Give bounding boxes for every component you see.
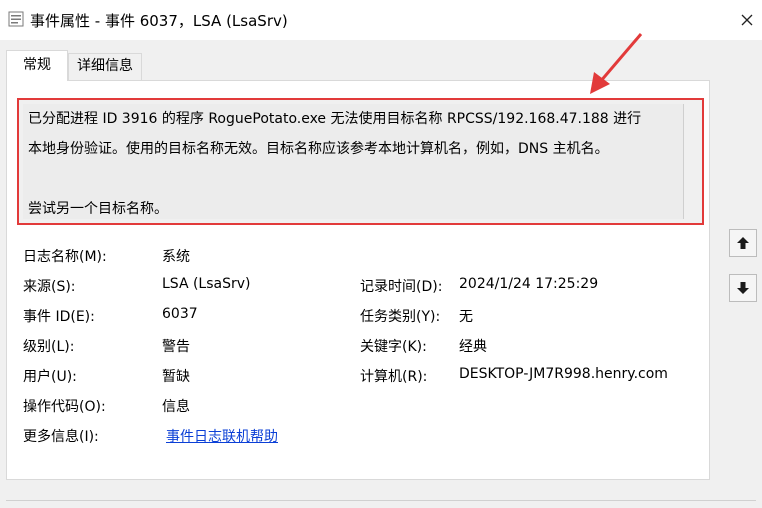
log-name-value: 系统	[162, 249, 190, 265]
next-event-button[interactable]	[729, 274, 757, 302]
event-icon	[8, 11, 24, 27]
keywords-value: 经典	[459, 339, 487, 355]
task-category-label: 任务类别(Y):	[360, 309, 441, 325]
computer-label: 计算机(R):	[360, 369, 428, 385]
user-label: 用户(U):	[23, 369, 77, 385]
close-icon	[741, 14, 753, 26]
arrow-down-icon	[737, 282, 749, 294]
description-line: 本地身份验证。使用的目标名称无效。目标名称应该参考本地计算机名，例如，DNS 主…	[28, 141, 609, 157]
source-label: 来源(S):	[23, 279, 76, 295]
keywords-label: 关键字(K):	[360, 339, 427, 355]
user-value: 暂缺	[162, 369, 190, 385]
opcode-value: 信息	[162, 399, 190, 415]
computer-value: DESKTOP-JM7R998.henry.com	[459, 366, 668, 382]
event-id-value: 6037	[162, 306, 198, 322]
log-name-label: 日志名称(M):	[23, 249, 107, 265]
event-id-label: 事件 ID(E):	[23, 309, 95, 325]
window-title: 事件属性 - 事件 6037，LSA (LsaSrv)	[30, 12, 288, 30]
logged-label: 记录时间(D):	[360, 279, 443, 295]
close-button[interactable]	[732, 0, 762, 40]
tab-details[interactable]: 详细信息	[68, 53, 142, 80]
source-value: LSA (LsaSrv)	[162, 276, 251, 292]
more-info-label: 更多信息(I):	[23, 429, 99, 445]
opcode-label: 操作代码(O):	[23, 399, 106, 415]
level-value: 警告	[162, 339, 190, 355]
arrow-up-icon	[737, 237, 749, 249]
task-category-value: 无	[459, 309, 473, 325]
description-line: 已分配进程 ID 3916 的程序 RoguePotato.exe 无法使用目标…	[28, 111, 642, 127]
description-line: 尝试另一个目标名称。	[28, 201, 168, 217]
title-bar: 事件属性 - 事件 6037，LSA (LsaSrv)	[0, 0, 762, 40]
level-label: 级别(L):	[23, 339, 75, 355]
tab-general[interactable]: 常规	[6, 50, 68, 81]
logged-value: 2024/1/24 17:25:29	[459, 276, 599, 292]
footer-area	[0, 490, 762, 508]
online-help-link[interactable]: 事件日志联机帮助	[166, 426, 278, 446]
previous-event-button[interactable]	[729, 229, 757, 257]
footer-divider	[6, 500, 756, 501]
